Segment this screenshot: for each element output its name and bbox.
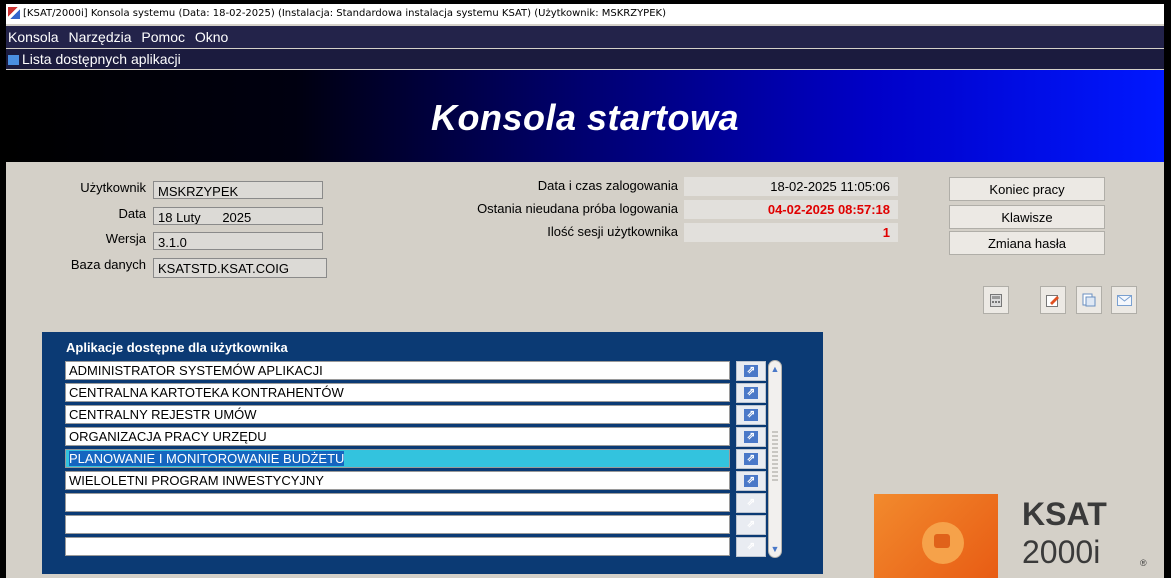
app-row-empty[interactable]	[65, 515, 730, 534]
database-label: Baza danych	[70, 257, 146, 272]
menu-pomoc[interactable]: Pomoc	[141, 29, 185, 45]
edit-button[interactable]	[1040, 286, 1066, 314]
login-time-value: 18-02-2025 11:05:06	[684, 177, 898, 196]
user-field: MSKRZYPEK	[153, 181, 323, 199]
edit-icon	[1046, 294, 1059, 307]
logo-registered: ®	[1140, 558, 1147, 568]
subwindow-title: Lista dostępnych aplikacji	[22, 51, 181, 67]
app-row-selected[interactable]: PLANOWANIE I MONITOROWANIE BUDŻETU	[65, 449, 730, 468]
main-window: [KSAT/2000i] Konsola systemu (Data: 18-0…	[6, 4, 1164, 578]
keys-button[interactable]: Klawisze	[949, 205, 1105, 229]
app-row-empty[interactable]	[65, 493, 730, 512]
launch-app-button[interactable]: ⇗	[736, 471, 766, 491]
run-icon: ⇗	[744, 453, 758, 465]
user-label: Użytkownik	[80, 180, 146, 195]
launch-app-button[interactable]: ⇗	[736, 383, 766, 403]
launch-app-button[interactable]: ⇗	[736, 361, 766, 381]
logo-symbol-icon	[922, 522, 964, 564]
end-work-button[interactable]: Koniec pracy	[949, 177, 1105, 201]
run-icon: ⇗	[744, 365, 758, 377]
launch-app-button-disabled: ⇗	[736, 515, 766, 535]
launch-app-button-disabled: ⇗	[736, 537, 766, 557]
session-count-value: 1	[684, 223, 898, 242]
run-icon: ⇗	[746, 519, 756, 530]
applications-panel: Aplikacje dostępne dla użytkownika ADMIN…	[42, 332, 823, 574]
banner: Konsola startowa	[6, 70, 1164, 162]
app-row[interactable]: WIELOLETNI PROGRAM INWESTYCYJNY	[65, 471, 730, 490]
app-row[interactable]: ORGANIZACJA PRACY URZĘDU	[65, 427, 730, 446]
database-field: KSATSTD.KSAT.COIG	[153, 258, 327, 278]
ksat-logo: KSAT 2000i ®	[874, 494, 1164, 578]
scroll-grip[interactable]	[772, 431, 778, 481]
apps-scrollbar[interactable]: ▲ ▼	[768, 360, 782, 558]
calculator-button[interactable]	[983, 286, 1009, 314]
launch-app-button[interactable]: ⇗	[736, 405, 766, 425]
calculator-icon	[990, 293, 1002, 307]
date-field: 18 Luty 2025	[153, 207, 323, 225]
failed-login-value: 04-02-2025 08:57:18	[684, 200, 898, 219]
run-icon: ⇗	[746, 497, 756, 508]
change-password-button[interactable]: Zmiana hasła	[949, 231, 1105, 255]
banner-title: Konsola startowa	[430, 97, 740, 138]
subwindow-title-bar: Lista dostępnych aplikacji	[6, 49, 1164, 69]
session-count-label: Ilość sesji użytkownika	[547, 224, 678, 239]
run-icon: ⇗	[744, 409, 758, 421]
app-row[interactable]: CENTRALNY REJESTR UMÓW	[65, 405, 730, 424]
menu-bar: Konsola Narzędzia Pomoc Okno	[6, 26, 1164, 48]
launch-app-button-disabled: ⇗	[736, 493, 766, 513]
app-row-empty[interactable]	[65, 537, 730, 556]
scroll-down-icon[interactable]: ▼	[770, 543, 780, 555]
launch-app-button[interactable]: ⇗	[736, 427, 766, 447]
version-label: Wersja	[105, 231, 146, 246]
version-field: 3.1.0	[153, 232, 323, 250]
run-icon: ⇗	[744, 431, 758, 443]
run-icon: ⇗	[746, 541, 756, 552]
window-icon	[8, 55, 19, 66]
run-icon: ⇗	[744, 475, 758, 487]
app-row[interactable]: ADMINISTRATOR SYSTEMÓW APLIKACJI	[65, 361, 730, 380]
document-icon	[1082, 293, 1096, 307]
scroll-up-icon[interactable]: ▲	[770, 363, 780, 375]
app-icon	[8, 7, 20, 19]
menu-konsola[interactable]: Konsola	[8, 29, 59, 45]
document-button[interactable]	[1076, 286, 1102, 314]
window-title: [KSAT/2000i] Konsola systemu (Data: 18-0…	[23, 8, 666, 19]
run-icon: ⇗	[744, 387, 758, 399]
login-time-label: Data i czas zalogowania	[537, 178, 678, 193]
menu-okno[interactable]: Okno	[195, 29, 228, 45]
logo-name: KSAT	[1022, 496, 1107, 532]
mail-icon	[1116, 294, 1132, 306]
logo-version: 2000i	[1022, 534, 1101, 570]
title-bar: [KSAT/2000i] Konsola systemu (Data: 18-0…	[6, 4, 1164, 24]
launch-app-button[interactable]: ⇗	[736, 449, 766, 469]
applications-header: Aplikacje dostępne dla użytkownika	[66, 340, 288, 355]
app-row[interactable]: CENTRALNA KARTOTEKA KONTRAHENTÓW	[65, 383, 730, 402]
mail-button[interactable]	[1111, 286, 1137, 314]
date-label: Data	[118, 206, 146, 221]
menu-narzedzia[interactable]: Narzędzia	[68, 29, 131, 45]
failed-login-label: Ostania nieudana próba logowania	[477, 201, 678, 216]
content-panel: Użytkownik MSKRZYPEK Data 18 Luty 2025 W…	[14, 164, 1164, 578]
